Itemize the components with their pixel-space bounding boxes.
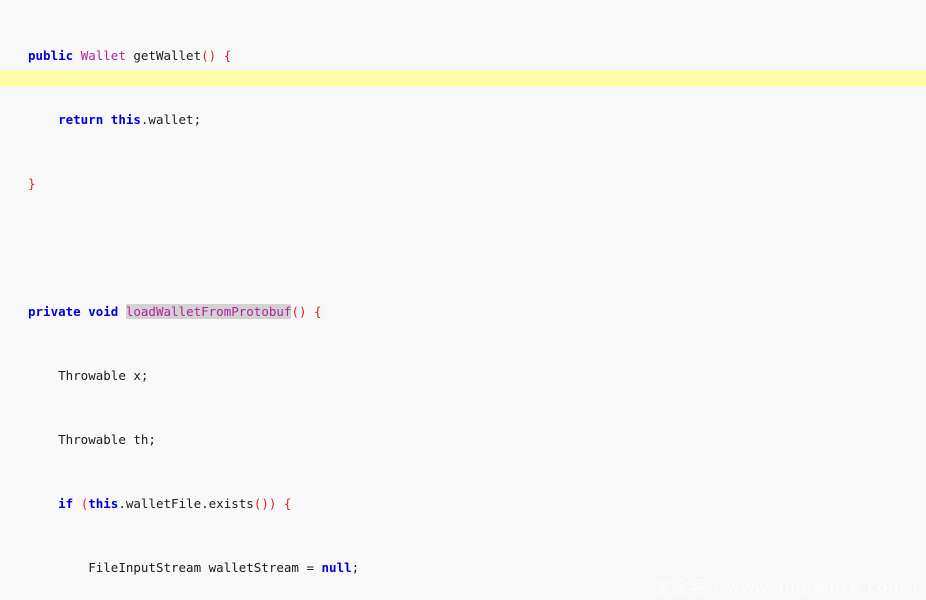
code-line: private void loadWalletFromProtobuf() { [28, 304, 322, 319]
code-line: return this.wallet; [58, 112, 202, 127]
code-editor[interactable]: public Wallet getWallet() { return this.… [0, 0, 926, 600]
code-content[interactable]: public Wallet getWallet() { return this.… [0, 0, 926, 600]
code-line: if (this.walletFile.exists()) { [58, 496, 292, 511]
code-line: } [28, 176, 36, 191]
code-line: Throwable th; [58, 432, 156, 447]
code-line: Throwable x; [58, 368, 149, 383]
selected-identifier: loadWalletFromProtobuf [125, 304, 292, 319]
code-line: FileInputStream walletStream = null; [88, 560, 360, 575]
code-line: public Wallet getWallet() { [28, 48, 232, 63]
